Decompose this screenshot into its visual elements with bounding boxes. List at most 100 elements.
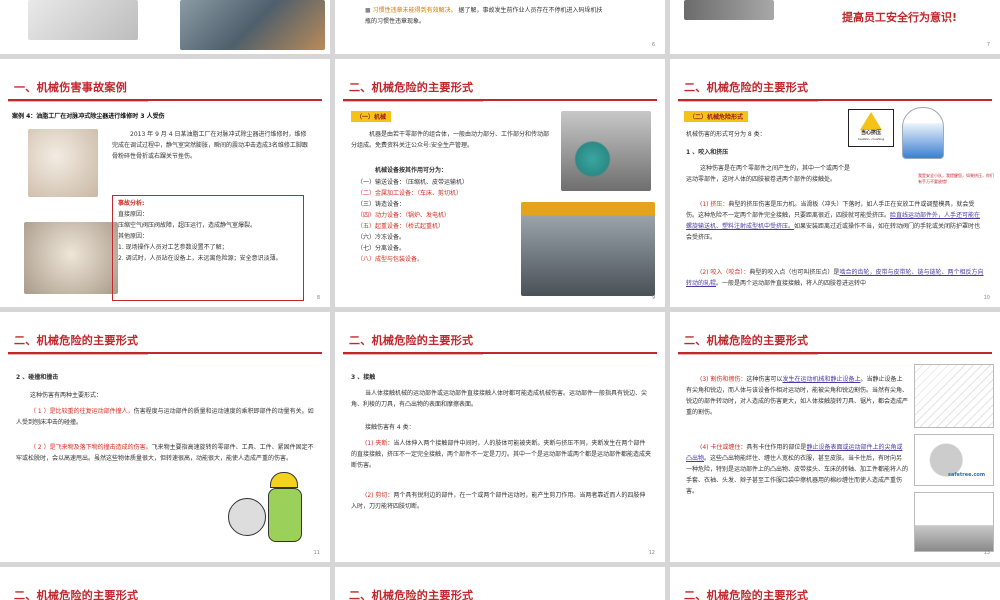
safety-mascot: [902, 107, 944, 159]
term: （ 1 ）是比较重的往复运动部件撞人，: [30, 408, 134, 415]
page-number: 6: [651, 42, 655, 48]
page-number: 10: [983, 295, 990, 301]
text: 。这些凸出物能绊住、缠住人宽松的衣服，甚至皮肤。当卡住后，有时向另一种危险，特别…: [686, 455, 909, 495]
term: (2) 剪切：: [365, 492, 394, 499]
slide-title: 一、机械伤害事故案例: [14, 81, 127, 94]
term: (1) 夹断：: [365, 440, 394, 447]
page-number: 12: [648, 550, 655, 556]
slide-top-mid[interactable]: ■ 习惯性违章未能得到有效解决。 据了解，事故发生前作业人员存在不停机进入码垛机…: [335, 0, 665, 54]
analysis-line: 直接原因：: [118, 211, 149, 218]
list-item: （八）成型与包装设备。: [357, 256, 424, 263]
slide-title: 二、机械危险的主要形式: [349, 334, 474, 347]
slide-10[interactable]: 二、机械危险的主要形式 （二）机械危险形式 机械伤害的形式可分为 8 类： 1 …: [670, 59, 1000, 307]
page-number: 9: [651, 295, 655, 301]
analysis-line: 压缩空气阀压阀故障，超压运行，造成静气室爆裂。: [118, 222, 257, 229]
section-tag: （一）机械: [351, 111, 392, 122]
winch-machine-image: [561, 111, 651, 191]
intro-text: 机械伤害的形式可分为 8 类：: [686, 131, 766, 138]
paragraph: (2) 咬入（咬合）：典型的咬入点（也可叫挤压点）是啮合的齿轮，皮带与皮带轮、链…: [686, 267, 986, 289]
watermark-text: safetree.com: [948, 472, 986, 478]
term: (2) 咬入（咬合）：: [700, 269, 750, 276]
slide-title: 二、机械危险的主要形式: [14, 589, 139, 600]
sign-label: 当心挤压: [860, 130, 881, 136]
page-number: 7: [986, 42, 990, 48]
worker-body: [268, 488, 302, 542]
slide-8[interactable]: 一、机械伤害事故案例 案例 4：油脂工厂在对脉冲式除尘器进行维修时 3 人受伤 …: [0, 59, 330, 307]
grinder-machine: [228, 498, 266, 536]
paragraph: (4) 卡住或缠住：具有卡住作用的部位是静止设备表面或运动部件上的尖角或凸出物。…: [686, 442, 908, 497]
title-divider: [343, 352, 657, 355]
bullet-text-rest: 据了解，事故发生前作业人员存在不停机进入码垛机扶: [458, 7, 603, 14]
bullet-text-line2: 瓶的习惯性违章现象。: [365, 18, 426, 25]
injured-foot-photo: [28, 129, 98, 197]
term: (1) 挤压：: [700, 201, 729, 208]
slide-title: 二、机械危险的主要形式: [349, 589, 474, 600]
text: 这种伤害可以: [746, 376, 783, 383]
paragraph: (2) 剪切：两个具有锐利边的部件，在一个或两个部件运动时，能产生剪刀作用。当两…: [351, 490, 651, 512]
paragraph: (1) 夹断：当人体伸入两个接触部件中间时，人的肢体可能被夹断。夹断与挤压不同，…: [351, 438, 651, 471]
bullet-text: 习惯性违章未能得到有效解决。: [372, 7, 457, 14]
term: (3) 割伤和擦伤：: [700, 376, 747, 383]
crane-workshop-image: [521, 202, 655, 296]
title-divider: [343, 99, 657, 102]
speech-bubble: 我是安全小队，我提醒您，如果挤压，你们有手万不要放错!: [918, 173, 994, 184]
list-item: （二）金属加工设备：（车床、剪切机）: [357, 190, 463, 197]
section-tag: （二）机械危险形式: [684, 111, 749, 122]
slide-16[interactable]: 二、机械危险的主要形式: [670, 567, 1000, 600]
term: （ 2 ）是飞来物及落下物的撞击造成的伤害。: [30, 444, 152, 451]
highlight: 发生在运动机械和静止设备上: [782, 376, 861, 383]
slide-12[interactable]: 二、机械危险的主要形式 3 、接触 当人体接触机械的运动部件或运动部件直接接触人…: [335, 312, 665, 562]
slide-title: 二、机械危险的主要形式: [14, 334, 139, 347]
factory-photo-image: [180, 0, 325, 50]
subhead: 3 、接触: [351, 374, 376, 381]
paragraph: 当人体接触机械的运动部件或运动部件直接接触人体时都可能造成机械伤害。运动部件一般…: [351, 390, 648, 408]
text: 具有卡住作用的部位是: [746, 444, 807, 451]
title-divider: [678, 99, 992, 102]
list-subhead: 机械设备按其作用可分为：: [375, 167, 448, 174]
analysis-line: 1. 现场操作人员对工艺参数设置不了解；: [118, 244, 228, 251]
title-divider: [8, 352, 322, 355]
slide-15[interactable]: 二、机械危险的主要形式: [335, 567, 665, 600]
subhead: 2 、碰撞和撞击: [16, 374, 59, 381]
list-item: （六）冷冻设备。: [357, 234, 406, 241]
slide-11[interactable]: 二、机械危险的主要形式 2 、碰撞和撞击 这种伤害有两种主要形式： （ 1 ）是…: [0, 312, 330, 562]
case-body: 2013 年 9 月 4 日某油脂工厂在对脉冲式除尘器进行维修时，维修完成在调试…: [112, 131, 308, 160]
analysis-line: 2. 调试时，人员站在设备上，未远离危险源；安全意识淡薄。: [118, 255, 282, 262]
slide-title: 二、机械危险的主要形式: [684, 81, 809, 94]
list-item: （一）输送设备：（压缩机、皮带运输机）: [357, 179, 469, 186]
analysis-title: 事故分析:: [118, 200, 145, 207]
term: (4) 卡住或缠住：: [700, 444, 747, 451]
page-number: 13: [983, 550, 990, 556]
slide-top-right[interactable]: 提高员工安全行为意识! 7: [670, 0, 1000, 54]
analysis-text: 事故分析: 直接原因： 压缩空气阀压阀故障，超压运行，造成静气室爆裂。 其他原因…: [118, 198, 298, 264]
bullet-icon: ■: [365, 7, 373, 14]
list-item: （三）铸造设备：: [357, 201, 406, 208]
slogan-text: 提高员工安全行为意识!: [842, 11, 958, 24]
slide-9[interactable]: 二、机械危险的主要形式 （一）机械 机器是由若干零部件的组合体，一般由动力部分、…: [335, 59, 665, 307]
slide-text: ■ 习惯性违章未能得到有效解决。 据了解，事故发生前作业人员存在不停机进入码垛机…: [365, 5, 655, 27]
paragraph: 这种伤害有两种主要形式：: [30, 392, 103, 399]
slide-13[interactable]: 二、机械危险的主要形式 (3) 割伤和擦伤：这种伤害可以发生在运动机械和静止设备…: [670, 312, 1000, 562]
slide-title: 二、机械危险的主要形式: [684, 334, 809, 347]
page-number: 11: [313, 550, 320, 556]
subhead: 1 、咬入和挤压: [686, 149, 729, 156]
warning-triangle-icon: [860, 112, 882, 130]
list-item: （七）分离设备。: [357, 245, 406, 252]
text: 两个具有锐利边的部件，在一个或两个部件运动时，能产生剪刀作用。当两者靠近而人的四…: [351, 492, 646, 510]
slide-14[interactable]: 二、机械危险的主要形式: [0, 567, 330, 600]
paragraph: （ 1 ）是比较重的往复运动部件撞人，伤害程度与运动部件的质量和运动速度的乘积即…: [16, 406, 316, 428]
cutting-injury-illustration: [914, 364, 994, 428]
text: 。一般是两个运动部件直接接触，将人的四肢卷进运转中: [716, 280, 867, 287]
equipment-list: （一）输送设备：（压缩机、皮带运输机） （二）金属加工设备：（车床、剪切机） （…: [357, 177, 547, 265]
list-item: （五）起重设备：（桥式起重机）: [357, 223, 445, 230]
case-title: 案例 4：油脂工厂在对脉冲式除尘器进行维修时 3 人受伤: [12, 113, 165, 120]
paragraph: 接触伤害有 4 类：: [365, 424, 415, 431]
worker-grinder-illustration: [224, 472, 312, 550]
slide-top-left[interactable]: [0, 0, 330, 54]
entanglement-illustration: [914, 434, 994, 486]
intro-text: 机器是由若干零部件的组合体，一般由动力部分、工作部分和传动部分组成。免费资料关注…: [351, 131, 550, 149]
paragraph: (3) 割伤和擦伤：这种伤害可以发生在运动机械和静止设备上。当静止设备上有尖角和…: [686, 374, 908, 418]
lathe-illustration: [914, 492, 994, 552]
injured-hand-photo: [24, 222, 118, 294]
text: 当人体伸入两个接触部件中间时，人的肢体可能被夹断。夹断与挤压不同，夹断发生在两个…: [351, 440, 652, 469]
